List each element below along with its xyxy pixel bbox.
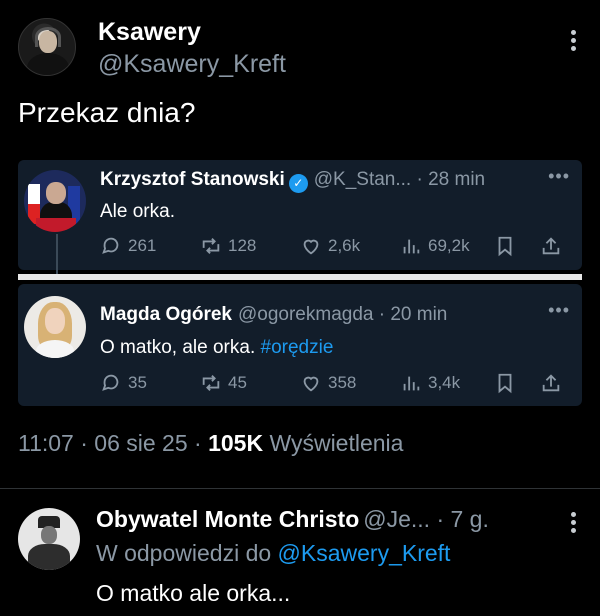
views-count: 69,2k: [428, 236, 470, 255]
share-icon: [542, 237, 560, 255]
avatar-face-shape: [45, 308, 65, 334]
post-text: Przekaz dnia?: [18, 97, 196, 128]
more-vertical-icon[interactable]: [570, 30, 576, 52]
quote-1-avatar[interactable]: [24, 170, 86, 232]
more-vertical-icon[interactable]: [570, 512, 576, 534]
heart-icon: [303, 239, 319, 255]
reply-name[interactable]: Obywatel Monte Christo: [96, 506, 359, 532]
reply-post[interactable]: Obywatel Monte Christo @Je... · 7 g. W od…: [18, 502, 582, 612]
quoted-post-2[interactable]: Magda Ogórek @ogorekmagda · 20 min ••• O …: [18, 284, 582, 406]
repost-action[interactable]: 128: [200, 233, 256, 259]
repost-count: 45: [228, 373, 247, 392]
views-action[interactable]: 69,2k: [400, 233, 470, 259]
share-icon: [542, 374, 560, 392]
quote-1-text: Ale orka.: [100, 201, 175, 222]
quoted-thread[interactable]: Krzysztof Stanowski ✓ @K_Stan... · 28 min …: [18, 160, 582, 408]
quoted-post-1[interactable]: Krzysztof Stanowski ✓ @K_Stan... · 28 min …: [18, 160, 582, 270]
bookmark-action[interactable]: [494, 233, 516, 259]
author-avatar[interactable]: [18, 18, 76, 76]
views-count: 3,4k: [428, 373, 461, 392]
thread-connector-line: [56, 234, 58, 274]
views-bars-icon: [403, 239, 420, 254]
reply-bubble-icon: [102, 374, 119, 391]
quote-2-text-row: O matko, ale orka. #orędzie: [100, 337, 333, 359]
reply-count: 35: [128, 373, 147, 392]
repost-action[interactable]: 45: [200, 370, 247, 396]
quote-2-name[interactable]: Magda Ogórek: [100, 304, 232, 325]
reply-header[interactable]: Obywatel Monte Christo @Je... · 7 g.: [96, 506, 489, 533]
reply-count: 261: [128, 236, 157, 255]
bookmark-icon: [498, 236, 512, 257]
share-action[interactable]: [540, 233, 562, 259]
author-name[interactable]: Ksawery: [98, 18, 201, 47]
share-action[interactable]: [540, 370, 562, 396]
more-horizontal-icon[interactable]: •••: [548, 166, 570, 187]
reply-context-prefix: W odpowiedzi do: [96, 540, 272, 566]
repost-count: 128: [228, 236, 257, 255]
quote-2-meta: @ogorekmagda · 20 min: [237, 304, 448, 325]
avatar-shoulders-shape: [27, 53, 69, 75]
avatar-face-shape: [39, 31, 57, 53]
separator: [0, 488, 600, 489]
quote-2-actions: 35 45 358 3,4k: [100, 370, 576, 396]
verified-badge-icon: ✓: [288, 174, 308, 193]
reply-action[interactable]: 35: [100, 370, 147, 396]
bookmark-icon: [498, 373, 512, 394]
bookmark-action[interactable]: [494, 370, 516, 396]
quote-1-header[interactable]: Krzysztof Stanowski ✓ @K_Stan... · 28 min: [100, 169, 485, 193]
views-action[interactable]: 3,4k: [400, 370, 460, 396]
reply-bubble-icon: [102, 237, 119, 254]
like-count: 358: [328, 373, 357, 392]
quote-1-name[interactable]: Krzysztof Stanowski: [100, 169, 285, 190]
avatar-desk-shape: [36, 218, 76, 232]
quote-1-meta: @K_Stan... · 28 min: [313, 169, 486, 190]
avatar-top-shape: [36, 340, 74, 358]
post-author-row: Ksawery @Ksawery_Kreft: [18, 16, 582, 82]
like-action[interactable]: 358: [300, 370, 356, 396]
reply-context: W odpowiedzi do @Ksawery_Kreft: [96, 540, 450, 567]
reply-text: O matko ale orka...: [96, 580, 291, 606]
avatar-face-shape: [46, 182, 66, 204]
quote-2-text: O matko, ale orka.: [100, 337, 256, 358]
views-bars-icon: [403, 376, 420, 391]
reply-action[interactable]: 261: [100, 233, 156, 259]
quote-2-avatar[interactable]: [24, 296, 86, 358]
divider-bar: [18, 274, 582, 280]
like-action[interactable]: 2,6k: [300, 233, 360, 259]
like-count: 2,6k: [328, 236, 361, 255]
heart-icon: [303, 376, 319, 392]
repost-icon: [202, 238, 220, 254]
quote-2-header[interactable]: Magda Ogórek @ogorekmagda · 20 min: [100, 304, 447, 326]
quote-1-actions: 261 128 2,6k 69,2k: [100, 233, 576, 259]
reply-context-mention[interactable]: @Ksawery_Kreft: [278, 540, 451, 566]
more-horizontal-icon[interactable]: •••: [548, 300, 570, 321]
post-views-label: Wyświetlenia: [269, 430, 404, 456]
quote-2-hashtag[interactable]: #orędzie: [261, 337, 334, 358]
author-handle[interactable]: @Ksawery_Kreft: [98, 50, 286, 79]
post-views-count: 105K: [208, 430, 264, 456]
avatar-face-shape: [41, 526, 57, 544]
reply-avatar[interactable]: [18, 508, 80, 570]
avatar-coat-shape: [28, 544, 70, 570]
post-timestamp-row: 11:07 · 06 sie 25 · 105K Wyświetlenia: [18, 430, 403, 457]
reply-meta: @Je... · 7 g.: [363, 506, 489, 532]
repost-icon: [202, 375, 220, 391]
post-timestamp[interactable]: 11:07 · 06 sie 25 ·: [18, 430, 202, 456]
